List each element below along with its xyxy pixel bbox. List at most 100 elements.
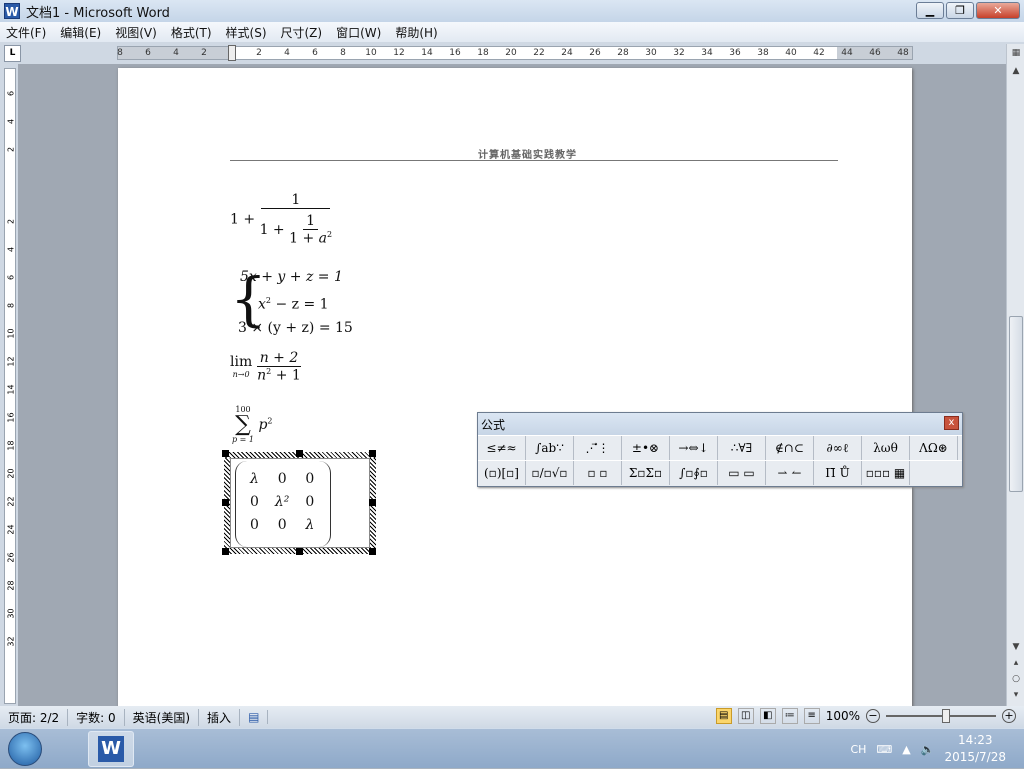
word-icon: W (98, 736, 124, 762)
palette-template-button[interactable]: ▭ ▭ (718, 461, 766, 485)
ruler-tick: 8 (340, 48, 346, 58)
ruler-tick: 14 (421, 48, 433, 58)
equation-continued-fraction[interactable]: 1 + 1 1 + 11 + a2 (230, 192, 332, 247)
browse-object-button[interactable]: ○ (1009, 674, 1023, 688)
palette-template-button[interactable]: ▫ ▫ (574, 461, 622, 485)
web-layout-icon[interactable]: ◧ (759, 708, 776, 724)
zoom-slider[interactable] (886, 709, 996, 723)
horizontal-ruler[interactable]: 8 6 4 2 2 4 6 8 10 12 14 16 18 20 22 24 26 28 30 32 34 36 38 40… (117, 45, 913, 61)
menu-file[interactable]: 文件(F) (6, 24, 46, 41)
equation-system[interactable]: { 5x + y + z = 1 x2 − z = 1 3 × (y + z) … (230, 266, 353, 340)
selected-matrix-object[interactable]: λ 0 0 0 λ² 0 0 0 λ (224, 452, 376, 554)
clock[interactable]: 14:23 2015/7/28 (944, 732, 1006, 766)
menu-size[interactable]: 尺寸(Z) (281, 24, 323, 41)
palette-template-button[interactable]: ∫▫∮▫ (670, 461, 718, 485)
zoom-slider-thumb[interactable] (942, 709, 950, 723)
tab-selector[interactable]: L (4, 45, 21, 62)
previous-page-button[interactable]: ▴ (1009, 658, 1023, 672)
equation-limit[interactable]: lim n→0 n + 2 n2 + 1 (230, 350, 302, 384)
outline-view-icon[interactable]: ≔ (781, 708, 798, 724)
scroll-up-button[interactable]: ▲ (1009, 66, 1023, 80)
ruler-tick: 28 (6, 580, 16, 591)
palette-template-button[interactable]: Σ▫Σ▫ (622, 461, 670, 485)
next-page-button[interactable]: ▾ (1009, 690, 1023, 704)
scrollbar-thumb[interactable] (1009, 316, 1023, 492)
start-button[interactable] (8, 732, 42, 766)
show-hidden-icons[interactable]: ▲ (902, 743, 910, 756)
palette-title: 公式 (481, 418, 506, 432)
zoom-out-button[interactable]: − (866, 709, 880, 723)
palette-template-button[interactable]: ΛΩ⊛ (910, 436, 958, 460)
minimize-button[interactable]: ▁ (916, 2, 944, 19)
ruler-tick: 16 (449, 48, 461, 58)
matrix-cell: 0 (277, 516, 287, 533)
menu-window[interactable]: 窗口(W) (336, 24, 381, 41)
palette-template-button[interactable]: ⇀ ↼ (766, 461, 814, 485)
ruler-tick: 6 (6, 274, 16, 281)
palette-template-button[interactable]: Π̄ Ů (814, 461, 862, 485)
taskbar-word-button[interactable]: W (88, 731, 134, 767)
palette-template-button[interactable]: ∂∞ℓ (814, 436, 862, 460)
ruler-toggle-icon[interactable]: ▦ (1009, 48, 1023, 62)
palette-template-button[interactable]: (▫)[▫] (478, 461, 526, 485)
menu-format[interactable]: 格式(T) (171, 24, 212, 41)
zoom-level[interactable]: 100% (826, 709, 860, 723)
ruler-tick: 22 (533, 48, 545, 58)
vertical-ruler[interactable]: 6 4 2 2 4 6 8 10 12 14 16 18 20 22 24 26 28 30 32 (0, 64, 18, 706)
volume-icon[interactable]: 🔈 (921, 743, 935, 756)
ruler-tick: 6 (6, 90, 16, 97)
palette-template-button[interactable]: ∉∩⊂ (766, 436, 814, 460)
insert-mode[interactable]: 插入 (199, 708, 241, 726)
palette-template-button[interactable]: ⋰⃗⋮ (574, 436, 622, 460)
ruler-tick: 36 (729, 48, 741, 58)
palette-template-button[interactable]: ±•⊗ (622, 436, 670, 460)
palette-template-button[interactable]: ≤≠≈ (478, 436, 526, 460)
page-header: 计算机基础实践教学 (478, 150, 577, 161)
ruler-tick: 42 (813, 48, 825, 58)
scroll-down-button[interactable]: ▼ (1009, 642, 1023, 656)
keyboard-icon[interactable]: ⌨ (876, 743, 892, 756)
menu-view[interactable]: 视图(V) (115, 24, 157, 41)
indent-marker[interactable] (228, 45, 236, 61)
page-count[interactable]: 页面: 2/2 (0, 708, 69, 726)
system-tray: CH ⌨ ▲ 🔈 14:23 2015/7/28 (850, 729, 1024, 769)
palette-template-button[interactable]: →⇔↓ (670, 436, 718, 460)
word-app-icon[interactable]: W (4, 3, 20, 19)
matrix-cell: λ (305, 516, 315, 533)
equation-sum[interactable]: 100 ∑ p = 1 p2 (232, 406, 273, 444)
ime-indicator[interactable]: CH (850, 743, 866, 756)
ruler-tick: 2 (6, 218, 16, 225)
palette-template-button[interactable]: ∴∀∃ (718, 436, 766, 460)
zoom-in-button[interactable]: + (1002, 709, 1016, 723)
close-button[interactable]: ✕ (976, 2, 1020, 19)
vertical-scrollbar[interactable]: ▦ ▲ ▼ ▴ ○ ▾ (1006, 44, 1024, 706)
language[interactable]: 英语(美国) (125, 708, 200, 726)
ruler-tick: 30 (6, 608, 16, 619)
ruler-tick: 2 (256, 48, 262, 58)
restore-button[interactable]: ❐ (946, 2, 974, 19)
ruler-tick: 20 (505, 48, 517, 58)
ruler-tick: 8 (117, 48, 123, 58)
page[interactable]: 计算机基础实践教学 1 + 1 1 + 11 + a2 { 5x + y + z… (118, 68, 912, 706)
macro-record-icon[interactable]: ▤ (240, 710, 269, 724)
ruler-tick: 4 (6, 118, 16, 125)
full-screen-reading-icon[interactable]: ◫ (737, 708, 754, 724)
print-layout-view-icon[interactable]: ▤ (715, 708, 732, 724)
draft-view-icon[interactable]: ≡ (803, 708, 820, 724)
ruler-tick: 8 (6, 302, 16, 309)
palette-template-button[interactable]: λωθ (862, 436, 910, 460)
menu-style[interactable]: 样式(S) (226, 24, 267, 41)
ruler-tick: 4 (284, 48, 290, 58)
menu-edit[interactable]: 编辑(E) (60, 24, 101, 41)
palette-template-button[interactable]: ▫/▫√▫ (526, 461, 574, 485)
ruler-tick: 44 (841, 48, 853, 58)
ruler-tick: 28 (617, 48, 629, 58)
word-count[interactable]: 字数: 0 (68, 708, 125, 726)
palette-close-button[interactable]: x (944, 416, 959, 430)
ruler-tick: 10 (365, 48, 377, 58)
palette-template-button[interactable]: ▫▫▫ ▦ (862, 461, 910, 485)
equation-matrix[interactable]: λ 0 0 0 λ² 0 0 0 λ (235, 461, 331, 547)
menu-help[interactable]: 帮助(H) (395, 24, 437, 41)
palette-template-button[interactable]: ∫ab∵ (526, 436, 574, 460)
ruler-tick: 2 (201, 48, 207, 58)
